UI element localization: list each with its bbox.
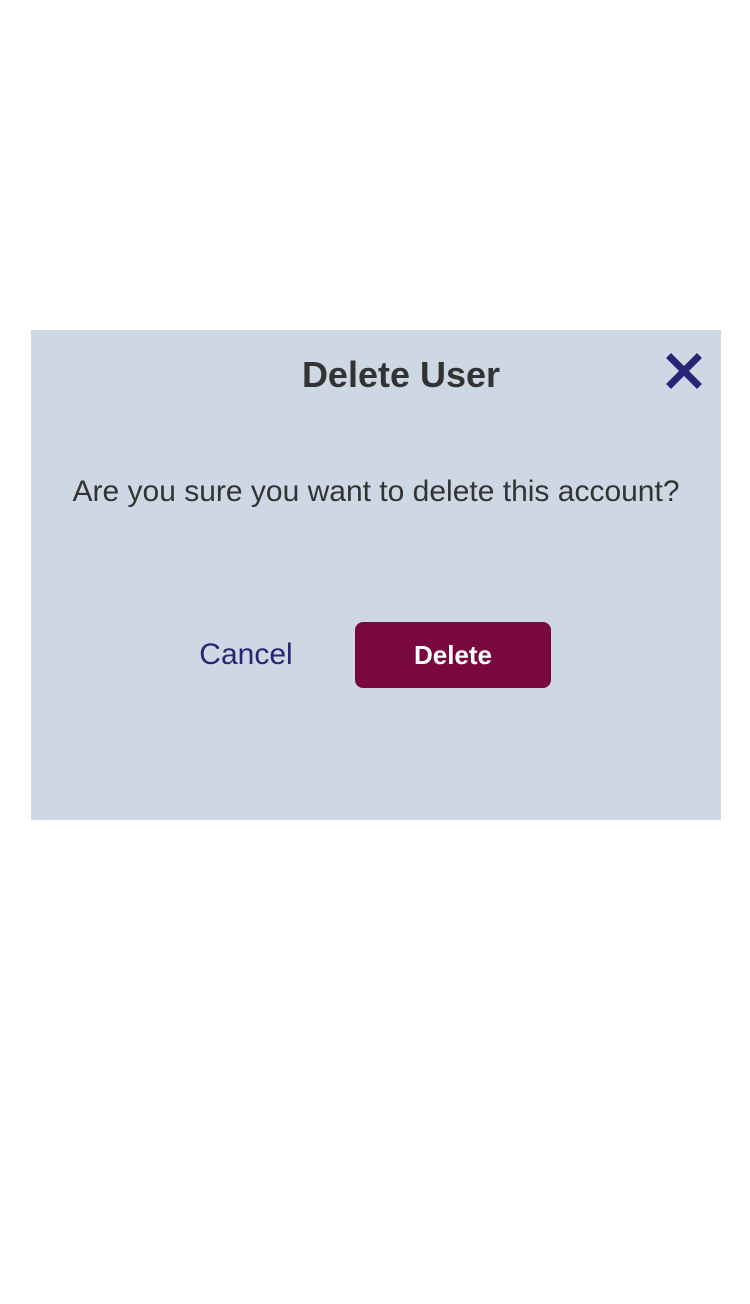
delete-button[interactable]: Delete: [355, 622, 551, 688]
close-icon: [665, 352, 703, 390]
close-button[interactable]: [665, 352, 703, 390]
dialog-title: Delete User: [301, 354, 501, 395]
dialog-actions: Cancel Delete: [31, 622, 721, 688]
delete-user-dialog: Delete User Are you sure you want to del…: [31, 330, 721, 820]
confirmation-message: Are you sure you want to delete this acc…: [72, 475, 680, 508]
cancel-button[interactable]: Cancel: [181, 622, 311, 688]
